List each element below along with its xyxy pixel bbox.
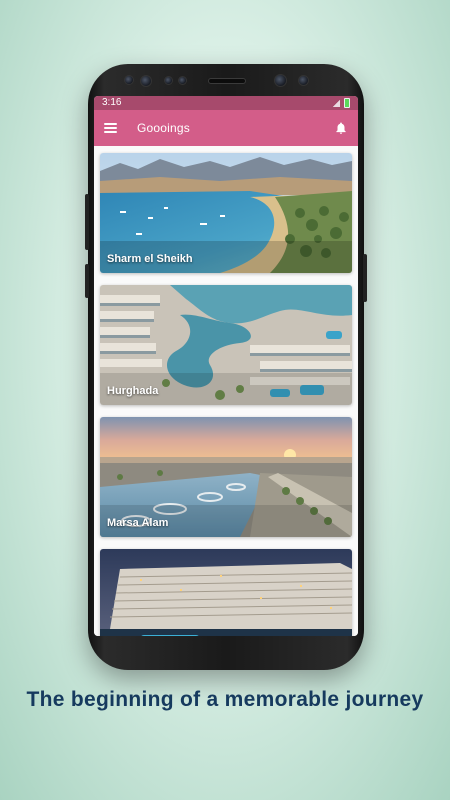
sensor-dot xyxy=(164,76,173,85)
signal-icon xyxy=(332,99,340,107)
destination-name: Sharm el Sheikh xyxy=(107,253,193,265)
iris-scanner xyxy=(140,75,152,87)
sensor-dot xyxy=(298,75,309,86)
top-bezel xyxy=(88,64,364,98)
earpiece-speaker xyxy=(208,78,246,84)
battery-icon xyxy=(344,98,350,108)
destination-card[interactable]: Sharm el Sheikh xyxy=(100,153,352,273)
destination-name: Marsa Alam xyxy=(107,517,169,529)
power-button xyxy=(363,254,367,302)
status-time: 3:16 xyxy=(102,97,122,108)
app-title: Goooings xyxy=(137,121,190,135)
sensor-dot xyxy=(124,75,134,85)
sensor-dot xyxy=(178,76,187,85)
destination-photo xyxy=(100,549,352,636)
destination-name: Hurghada xyxy=(107,385,159,397)
app-bar: Goooings xyxy=(94,110,358,146)
status-icons xyxy=(332,98,350,108)
bottom-bezel xyxy=(88,636,364,670)
phone-device: 3:16 Goooings Sharm el Sheikh Hurghada M… xyxy=(85,64,367,670)
bell-icon[interactable] xyxy=(334,121,348,135)
menu-icon[interactable] xyxy=(104,123,117,133)
tagline: The beginning of a memorable journey xyxy=(26,688,424,711)
side-key xyxy=(85,264,89,298)
phone-screen: 3:16 Goooings Sharm el Sheikh Hurghada M… xyxy=(94,96,358,636)
status-bar: 3:16 xyxy=(94,96,358,110)
destination-list[interactable]: Sharm el Sheikh Hurghada Marsa Alam xyxy=(94,146,358,636)
volume-button xyxy=(85,194,89,250)
front-camera xyxy=(274,74,287,87)
destination-card[interactable]: Hurghada xyxy=(100,285,352,405)
destination-card[interactable] xyxy=(100,549,352,636)
destination-card[interactable]: Marsa Alam xyxy=(100,417,352,537)
